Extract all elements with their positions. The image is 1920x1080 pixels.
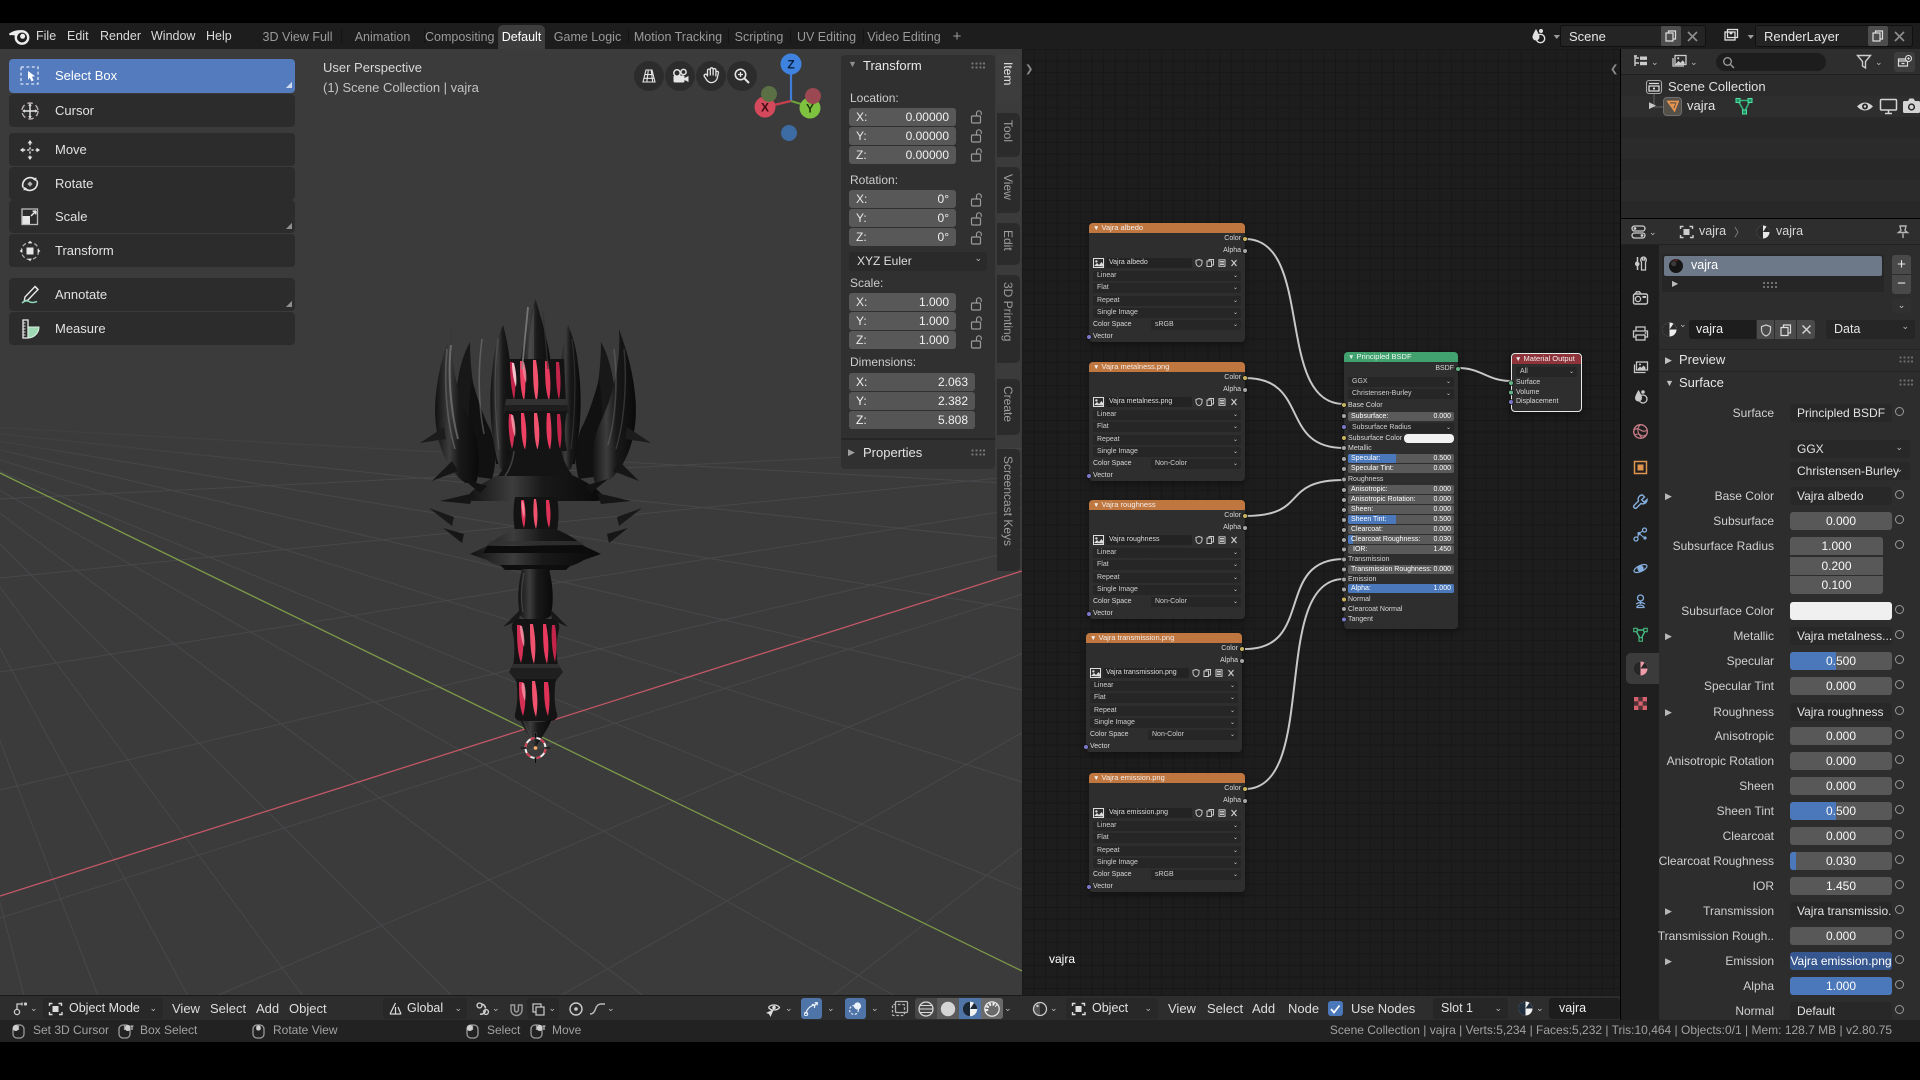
svg-text:X: X <box>761 101 769 115</box>
svg-text:Z: Z <box>787 58 794 72</box>
